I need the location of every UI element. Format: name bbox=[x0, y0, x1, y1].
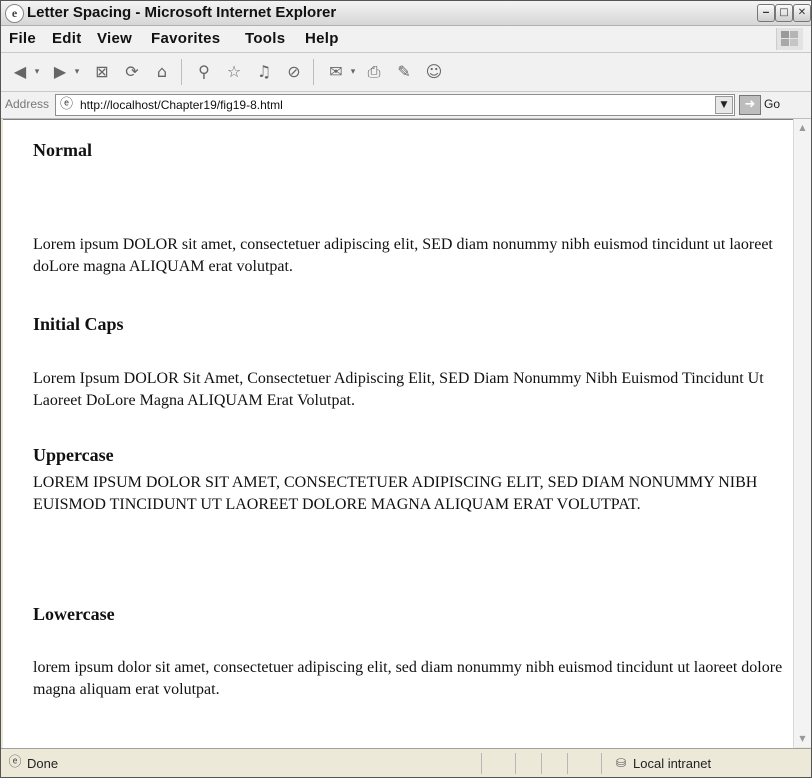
menu-favorites[interactable]: Favorites bbox=[151, 30, 220, 47]
section-heading: Initial Caps bbox=[33, 314, 124, 334]
section-paragraph: Lorem ipsum DOLOR sit amet, consectetuer… bbox=[33, 236, 773, 275]
status-divider bbox=[515, 753, 516, 774]
menu-file[interactable]: File bbox=[9, 30, 36, 47]
status-divider bbox=[601, 753, 602, 774]
section-heading: Lowercase bbox=[33, 604, 115, 624]
maximize-button[interactable]: □ bbox=[775, 4, 793, 22]
go-button[interactable]: Go bbox=[764, 97, 780, 111]
ie-logo-icon: e bbox=[5, 4, 24, 23]
minimize-button[interactable]: ‒ bbox=[757, 4, 775, 22]
section-paragraph: Lorem Ipsum DOLOR Sit Amet, Consectetuer… bbox=[33, 370, 764, 409]
windows-logo-icon bbox=[776, 28, 803, 50]
window-title: Letter Spacing - Microsoft Internet Expl… bbox=[27, 4, 337, 21]
go-arrow-icon[interactable]: ➜ bbox=[739, 95, 761, 115]
menu-help[interactable]: Help bbox=[305, 30, 339, 47]
back-dropdown-icon[interactable]: ▾ bbox=[31, 61, 43, 83]
browser-window: e Letter Spacing - Microsoft Internet Ex… bbox=[0, 0, 812, 778]
address-url[interactable]: http://localhost/Chapter19/fig19-8.html bbox=[80, 98, 283, 112]
status-text: Done bbox=[27, 756, 59, 771]
toolbar-divider bbox=[181, 59, 182, 85]
mail-dropdown-icon[interactable]: ▾ bbox=[347, 61, 359, 83]
menu-view[interactable]: View bbox=[97, 30, 132, 47]
section-heading: Normal bbox=[33, 140, 92, 160]
menu-tools[interactable]: Tools bbox=[245, 30, 285, 47]
media-icon[interactable]: ♫ bbox=[253, 61, 275, 83]
section-paragraph: lorem ipsum dolor sit amet, consectetuer… bbox=[33, 659, 783, 698]
status-divider bbox=[541, 753, 542, 774]
security-zone: Local intranet bbox=[633, 756, 712, 771]
edit-icon[interactable]: ✎ bbox=[393, 61, 415, 83]
favorites-icon[interactable]: ☆ bbox=[223, 61, 245, 83]
refresh-icon[interactable]: ⟳ bbox=[121, 61, 143, 83]
address-input[interactable]: ⓔ http://localhost/Chapter19/fig19-8.htm… bbox=[55, 94, 735, 116]
status-divider bbox=[567, 753, 568, 774]
back-icon[interactable]: ◀ bbox=[9, 61, 31, 83]
stop-icon[interactable]: ⊠ bbox=[91, 61, 113, 83]
page-icon: ⓔ bbox=[59, 97, 73, 112]
close-button[interactable]: ✕ bbox=[793, 4, 811, 22]
scroll-up-icon[interactable]: ▲ bbox=[795, 120, 810, 135]
section-heading: Uppercase bbox=[33, 445, 114, 465]
menu-edit[interactable]: Edit bbox=[52, 30, 82, 47]
page-done-icon: ⓔ bbox=[8, 755, 22, 770]
scroll-down-icon[interactable]: ▼ bbox=[795, 731, 810, 746]
search-icon[interactable]: ⚲ bbox=[193, 61, 215, 83]
address-dropdown-icon[interactable]: ▼ bbox=[715, 96, 733, 114]
menu-bar: File Edit View Favorites Tools Help bbox=[1, 26, 811, 53]
address-label: Address bbox=[5, 97, 50, 111]
messenger-icon[interactable]: ☺ bbox=[423, 61, 445, 83]
vertical-scrollbar[interactable]: ▲ ▼ bbox=[793, 119, 811, 747]
title-bar: e Letter Spacing - Microsoft Internet Ex… bbox=[1, 1, 811, 26]
section-paragraph: LOREM IPSUM DOLOR SIT AMET, CONSECTETUER… bbox=[33, 474, 758, 513]
print-icon[interactable]: ⎙ bbox=[363, 61, 385, 83]
home-icon[interactable]: ⌂ bbox=[151, 61, 173, 83]
toolbar: ◀ ▾ ▶ ▾ ⊠ ⟳ ⌂ ⚲ ☆ ♫ ⊘ ✉ ▾ ⎙ ✎ ☺ bbox=[1, 53, 811, 92]
forward-icon[interactable]: ▶ bbox=[49, 61, 71, 83]
forward-dropdown-icon[interactable]: ▾ bbox=[71, 61, 83, 83]
toolbar-divider bbox=[313, 59, 314, 85]
mail-icon[interactable]: ✉ bbox=[325, 61, 347, 83]
status-bar: ⓔ Done ⛁ Local intranet bbox=[1, 748, 811, 777]
address-bar: Address ⓔ http://localhost/Chapter19/fig… bbox=[1, 92, 811, 119]
status-divider bbox=[481, 753, 482, 774]
history-icon[interactable]: ⊘ bbox=[283, 61, 305, 83]
intranet-zone-icon: ⛁ bbox=[615, 756, 627, 770]
page-viewport: Normal Lorem ipsum DOLOR sit amet, conse… bbox=[3, 119, 793, 748]
